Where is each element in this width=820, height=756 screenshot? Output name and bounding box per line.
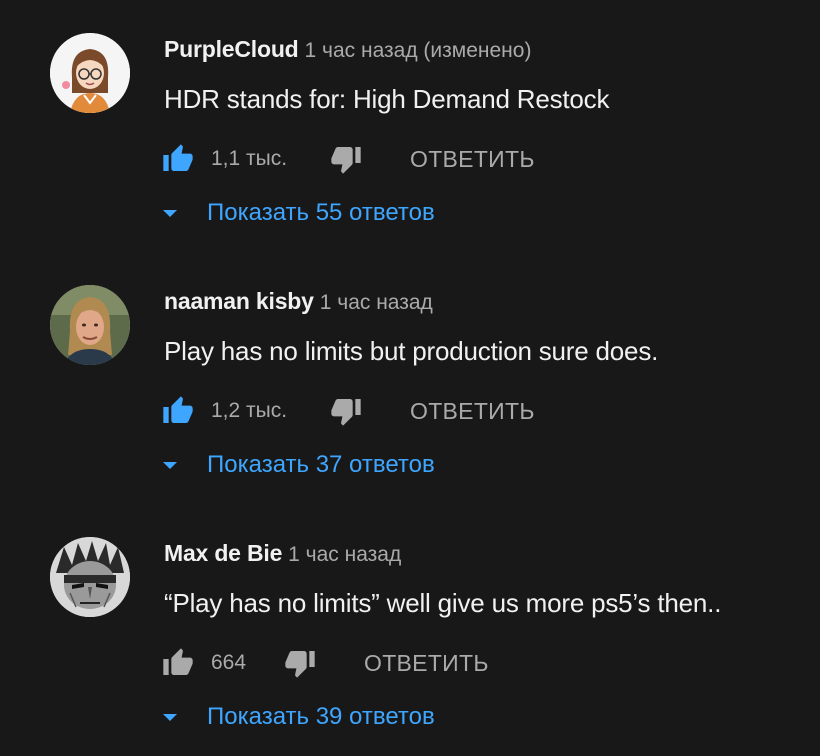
thumbs-up-icon[interactable] bbox=[162, 395, 194, 427]
avatar[interactable] bbox=[50, 537, 130, 617]
thumbs-down-icon[interactable] bbox=[284, 647, 316, 679]
thumbs-up-icon[interactable] bbox=[162, 143, 194, 175]
show-replies-label: Показать 39 ответов bbox=[207, 703, 435, 730]
comment-time[interactable]: 1 час назад bbox=[288, 543, 401, 566]
show-replies-button[interactable]: Показать 55 ответов bbox=[162, 197, 562, 233]
author-name[interactable]: Max de Bie bbox=[164, 540, 282, 566]
comment-text: HDR stands for: High Demand Restock bbox=[164, 84, 610, 114]
like-count: 1,2 тыс. bbox=[211, 399, 288, 422]
man-photo-avatar-icon bbox=[50, 285, 130, 365]
comment-text: Play has no limits but production sure d… bbox=[164, 336, 659, 366]
comment-header: Max de Bie 1 час назад bbox=[164, 540, 401, 567]
thumbs-up-icon[interactable] bbox=[162, 647, 194, 679]
anime-character-avatar-icon bbox=[50, 537, 130, 617]
comment-thread: Max de Bie 1 час назад “Play has no limit… bbox=[0, 504, 820, 756]
author-name[interactable]: PurpleCloud bbox=[164, 36, 299, 62]
caret-down-icon bbox=[163, 714, 177, 721]
like-count: 1,1 тыс. bbox=[211, 147, 288, 170]
comment-thread: naaman kisby 1 час назад Play has no limi… bbox=[0, 252, 820, 504]
author-name[interactable]: naaman kisby bbox=[164, 288, 314, 314]
avatar[interactable] bbox=[50, 33, 130, 113]
comment-thread: PurpleCloud 1 час назад (изменено) HDR st… bbox=[0, 0, 820, 252]
comment-actions: 1,1 тыс. ОТВЕТИТЬ bbox=[162, 141, 762, 177]
show-replies-label: Показать 37 ответов bbox=[207, 451, 435, 478]
comment-actions: 1,2 тыс. ОТВЕТИТЬ bbox=[162, 393, 762, 429]
show-replies-button[interactable]: Показать 37 ответов bbox=[162, 449, 562, 485]
comment-time[interactable]: 1 час назад (изменено) bbox=[305, 39, 532, 62]
caret-down-icon bbox=[163, 462, 177, 469]
like-count: 664 bbox=[211, 651, 247, 674]
reply-button[interactable]: ОТВЕТИТЬ bbox=[364, 650, 489, 677]
caret-down-icon bbox=[163, 210, 177, 217]
thumbs-down-icon[interactable] bbox=[330, 395, 362, 427]
cartoon-girl-avatar-icon bbox=[50, 33, 130, 113]
comment-header: naaman kisby 1 час назад bbox=[164, 288, 433, 315]
comment-text: “Play has no limits” well give us more p… bbox=[164, 588, 722, 618]
reply-button[interactable]: ОТВЕТИТЬ bbox=[410, 146, 535, 173]
reply-button[interactable]: ОТВЕТИТЬ bbox=[410, 398, 535, 425]
avatar[interactable] bbox=[50, 285, 130, 365]
show-replies-label: Показать 55 ответов bbox=[207, 199, 435, 226]
comment-header: PurpleCloud 1 час назад (изменено) bbox=[164, 36, 531, 63]
thumbs-down-icon[interactable] bbox=[330, 143, 362, 175]
show-replies-button[interactable]: Показать 39 ответов bbox=[162, 701, 562, 737]
comment-actions: 664 ОТВЕТИТЬ bbox=[162, 645, 762, 681]
comment-time[interactable]: 1 час назад bbox=[320, 291, 433, 314]
